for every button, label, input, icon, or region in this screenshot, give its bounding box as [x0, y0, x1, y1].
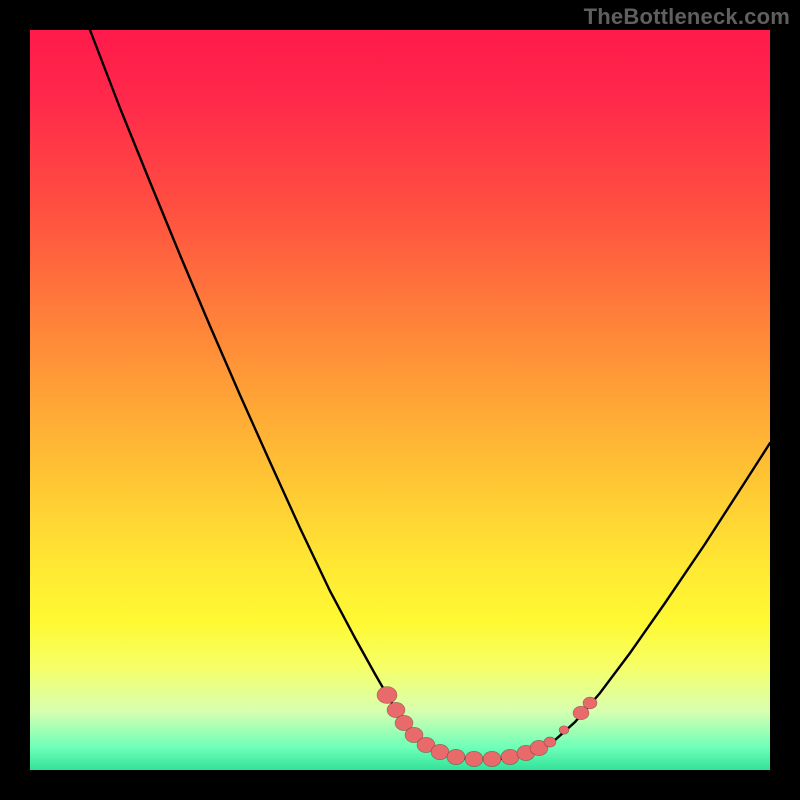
marker-layer — [377, 687, 597, 767]
data-marker — [583, 697, 597, 709]
data-marker — [483, 751, 501, 766]
chart-frame: TheBottleneck.com — [0, 0, 800, 800]
data-marker — [465, 751, 483, 766]
data-marker — [501, 749, 519, 764]
data-marker — [447, 749, 465, 764]
data-marker — [559, 726, 569, 735]
plot-area — [30, 30, 770, 770]
watermark-text: TheBottleneck.com — [584, 4, 790, 30]
chart-svg — [30, 30, 770, 770]
data-marker — [544, 737, 556, 747]
data-marker — [431, 744, 449, 759]
data-marker — [377, 687, 397, 704]
bottleneck-curve — [90, 30, 770, 759]
